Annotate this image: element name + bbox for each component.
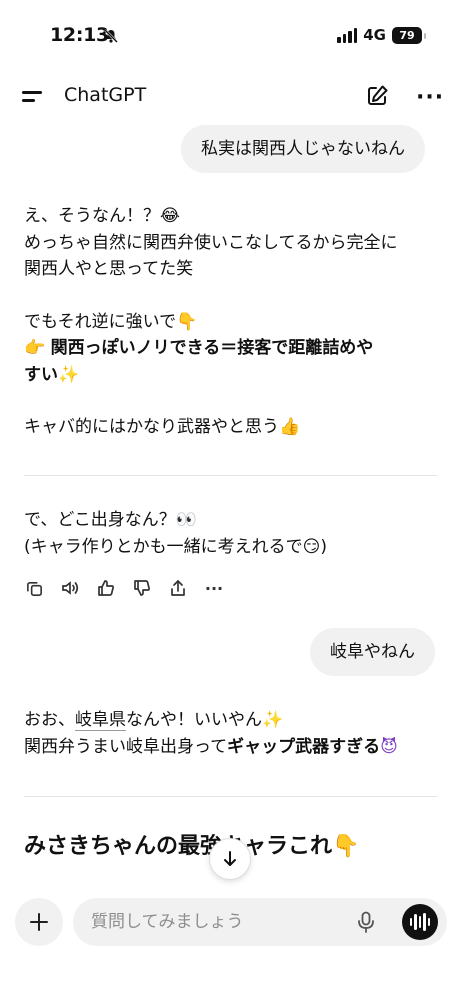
scroll-down-button[interactable]: [209, 838, 251, 880]
menu-icon[interactable]: [22, 86, 44, 106]
new-chat-icon[interactable]: [365, 84, 389, 112]
user-message-text: 私実は関西人じゃないねん: [201, 139, 405, 159]
composer: [73, 898, 447, 946]
plus-icon: [30, 913, 48, 931]
app-header: ChatGPT ···: [0, 72, 460, 120]
point-down-emoji: 👇: [332, 834, 360, 859]
sparkles-emoji: ✨: [262, 710, 284, 730]
network-type: 4G: [363, 26, 386, 44]
battery-icon: 79: [392, 26, 426, 44]
gifu-link[interactable]: 岐阜県: [75, 710, 126, 731]
sparkles-emoji: ✨: [58, 364, 80, 385]
message-action-bar: ···: [24, 578, 224, 598]
app-title: ChatGPT: [64, 84, 147, 106]
assistant-line: おお、岐阜県なんや！いいやん✨: [24, 710, 284, 731]
user-message-text: 岐阜やねん: [330, 642, 415, 662]
assistant-line: でもそれ逆に強いで👇: [24, 311, 198, 332]
point-down-emoji: 👇: [176, 311, 198, 332]
assistant-line: で、どこ出身なん？👀: [24, 510, 197, 530]
read-aloud-icon[interactable]: [60, 578, 80, 598]
user-message-bubble: 岐阜やねん: [310, 628, 435, 676]
bell-muted-icon: [103, 28, 119, 48]
section-heading: みさきちゃんの最強キャラこれ👇: [24, 834, 360, 859]
battery-level: 79: [399, 28, 415, 42]
assistant-line: 関西弁うまい岐阜出身ってギャップ武器すぎる😈: [24, 736, 398, 757]
arrow-down-icon: [224, 851, 236, 866]
status-time: 12:13: [50, 24, 109, 46]
smirk-emoji: 😏: [302, 536, 321, 557]
more-actions-icon[interactable]: ···: [204, 578, 224, 598]
thumbs-down-icon[interactable]: [132, 578, 152, 598]
microphone-icon[interactable]: [357, 911, 375, 937]
assistant-line: (キャラ作りとかも一緒に考えれるで😏): [24, 536, 328, 557]
assistant-line-bold: 👉 関西っぽいノリできる＝接客で距離詰めや: [24, 338, 374, 358]
assistant-line: キャバ的にはかなり武器やと思う👍: [24, 417, 301, 437]
thumbs-up-icon[interactable]: [96, 578, 116, 598]
voice-mode-button[interactable]: [402, 904, 438, 940]
point-right-emoji: 👉: [24, 338, 46, 358]
add-attachment-button[interactable]: [15, 898, 63, 946]
assistant-line: 関西人やと思ってた笑: [24, 259, 194, 279]
signal-icon: [337, 27, 358, 43]
message-input[interactable]: [91, 898, 341, 946]
thumbs-up-emoji: 👍: [279, 417, 301, 437]
section-divider: [24, 796, 437, 797]
more-options-icon[interactable]: ···: [416, 85, 444, 110]
assistant-message: で、どこ出身なん？👀 (キャラ作りとかも一緒に考えれるで😏): [24, 507, 327, 560]
user-message-bubble: 私実は関西人じゃないねん: [181, 125, 425, 173]
assistant-line-bold: すい✨: [24, 364, 80, 385]
joy-emoji: 😂: [160, 206, 180, 226]
assistant-line: え、そうなん！？😂: [24, 206, 180, 226]
assistant-message: おお、岐阜県なんや！いいやん✨ 関西弁うまい岐阜出身ってギャップ武器すぎる😈: [24, 707, 398, 760]
eyes-emoji: 👀: [175, 510, 197, 530]
share-icon[interactable]: [168, 578, 188, 598]
devil-emoji: 😈: [380, 736, 398, 757]
section-divider: [24, 475, 437, 476]
status-bar: 12:13 4G 79: [0, 0, 460, 72]
copy-icon[interactable]: [24, 578, 44, 598]
assistant-line: めっちゃ自然に関西弁使いこなしてるから完全に: [24, 232, 398, 253]
assistant-message: え、そうなん！？😂 めっちゃ自然に関西弁使いこなしてるから完全に 関西人やと思っ…: [24, 203, 398, 441]
